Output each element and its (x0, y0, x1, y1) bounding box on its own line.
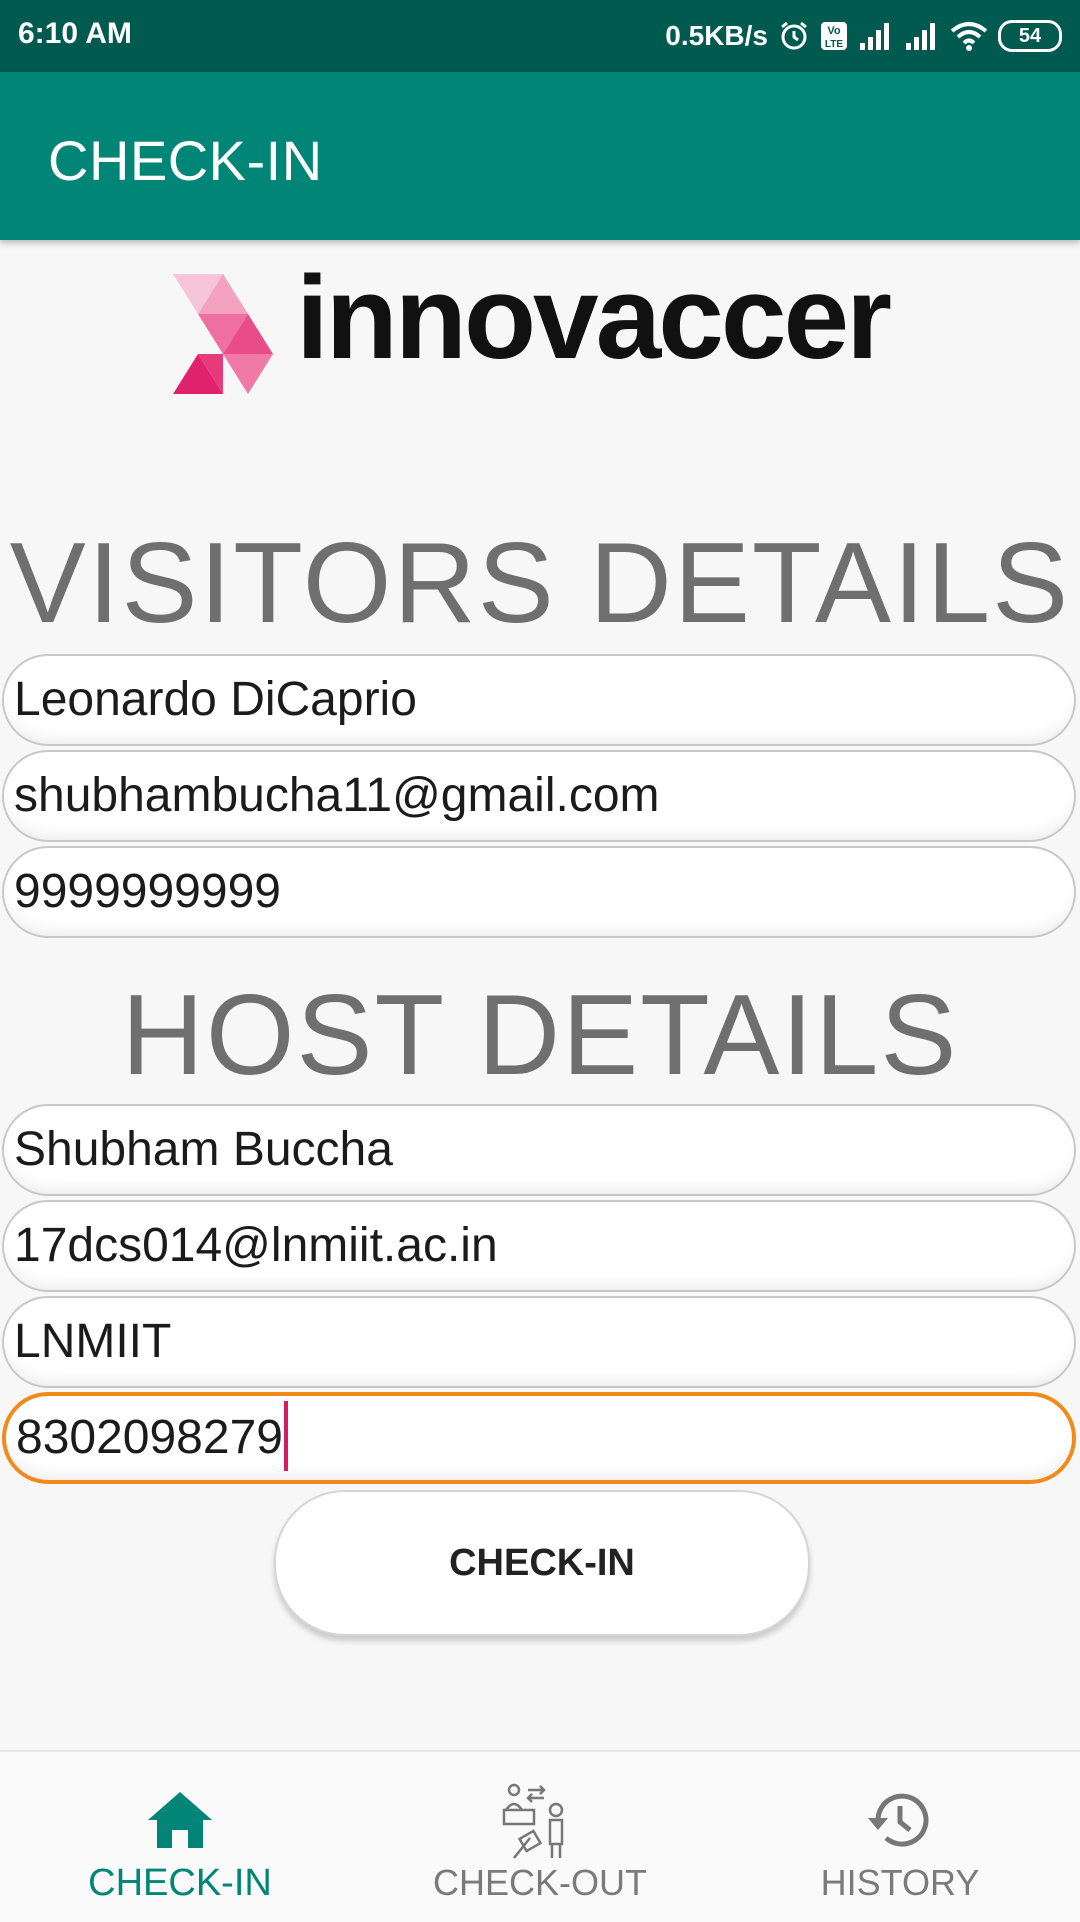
host-name-field[interactable]: Shubham Buccha (2, 1104, 1076, 1196)
host-phone-value: 8302098279 (16, 1411, 283, 1464)
host-phone-field[interactable]: 8302098279 (2, 1392, 1076, 1484)
visitor-email-field[interactable]: shubhambucha11@gmail.com (2, 750, 1076, 842)
logo-wordmark: innovaccer (296, 252, 892, 384)
host-email-field[interactable]: 17dcs014@lnmiit.ac.in (2, 1200, 1076, 1292)
check-out-icon (502, 1783, 564, 1859)
logo-mark-icon (173, 274, 273, 394)
visitor-phone-field[interactable]: 9999999999 (2, 846, 1076, 938)
nav-check-out[interactable]: CHECK-OUT (390, 1752, 690, 1922)
check-in-button[interactable]: CHECK-IN (274, 1490, 810, 1636)
visitor-name-field[interactable]: Leonardo DiCaprio (2, 654, 1076, 746)
visitors-heading: VISITORS DETAILS (9, 520, 1071, 647)
volte-lte-label: LTE (825, 39, 843, 50)
status-time: 6:10 AM (18, 17, 132, 50)
innovaccer-logo: innovaccer (168, 252, 918, 396)
network-speed: 0.5KB/s (665, 20, 768, 51)
volte-icon: Vo LTE (821, 22, 847, 50)
signal-1-icon (860, 23, 889, 50)
volte-vo-label: Vo (827, 25, 841, 37)
signal-2-icon (906, 23, 935, 50)
wifi-icon (950, 22, 988, 51)
text-cursor (283, 1401, 288, 1472)
nav-check-in-label: CHECK-IN (88, 1862, 272, 1904)
page-title: CHECK-IN (48, 129, 323, 192)
bottom-navigation: CHECK-IN CHECK-OUT HISTORY (0, 1750, 1080, 1922)
alarm-icon (781, 21, 807, 50)
host-heading: HOST DETAILS (121, 972, 959, 1099)
host-org-field[interactable]: LNMIIT (2, 1296, 1076, 1388)
nav-history[interactable]: HISTORY (750, 1752, 1050, 1922)
battery-icon: 54 (998, 20, 1062, 52)
nav-history-label: HISTORY (820, 1862, 980, 1903)
home-icon (148, 1792, 212, 1848)
status-bar: 6:10 AM 0.5KB/s Vo LTE 54 (0, 0, 1080, 72)
nav-check-out-label: CHECK-OUT (433, 1862, 647, 1903)
nav-check-in[interactable]: CHECK-IN (30, 1752, 330, 1922)
status-icons: 0.5KB/s Vo LTE 54 (665, 16, 1062, 56)
history-icon (868, 1793, 929, 1847)
app-bar: CHECK-IN (0, 72, 1080, 240)
